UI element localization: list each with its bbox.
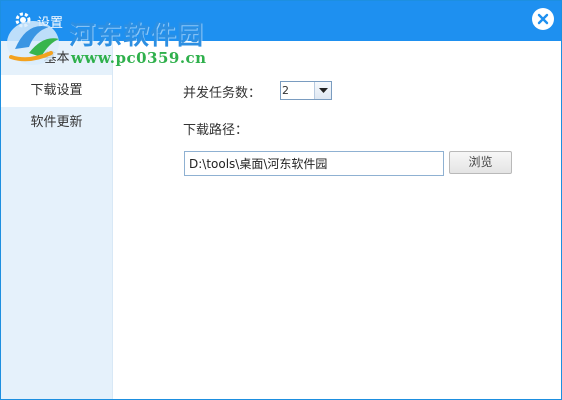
sidebar-item-basic[interactable]: 基本 [1, 43, 112, 75]
concurrency-label: 并发任务数： [183, 86, 262, 101]
settings-window: 设置 基本 下载设置 软件更新 河东软件园 www.pc0359.cn 并发任务… [0, 0, 562, 400]
download-path-input[interactable] [184, 151, 444, 176]
sidebar-item-download-settings[interactable]: 下载设置 [1, 75, 112, 107]
download-path-label: 下载路径： [183, 123, 249, 138]
window-title: 设置 [37, 16, 64, 31]
sidebar-item-label: 软件更新 [30, 115, 83, 130]
dropdown-arrow-button[interactable] [314, 82, 331, 99]
concurrency-value: 2 [282, 84, 289, 97]
browse-button[interactable]: 浏览 [449, 151, 512, 174]
concurrency-select[interactable]: 2 [280, 81, 332, 100]
close-button[interactable] [532, 8, 554, 30]
title-bar[interactable]: 设置 [1, 1, 561, 41]
gear-icon [13, 10, 33, 30]
sidebar-item-software-update[interactable]: 软件更新 [1, 107, 112, 139]
sidebar-item-label: 下载设置 [30, 83, 83, 98]
sidebar-item-label: 基本 [43, 51, 70, 66]
sidebar: 基本 下载设置 软件更新 [1, 41, 113, 399]
